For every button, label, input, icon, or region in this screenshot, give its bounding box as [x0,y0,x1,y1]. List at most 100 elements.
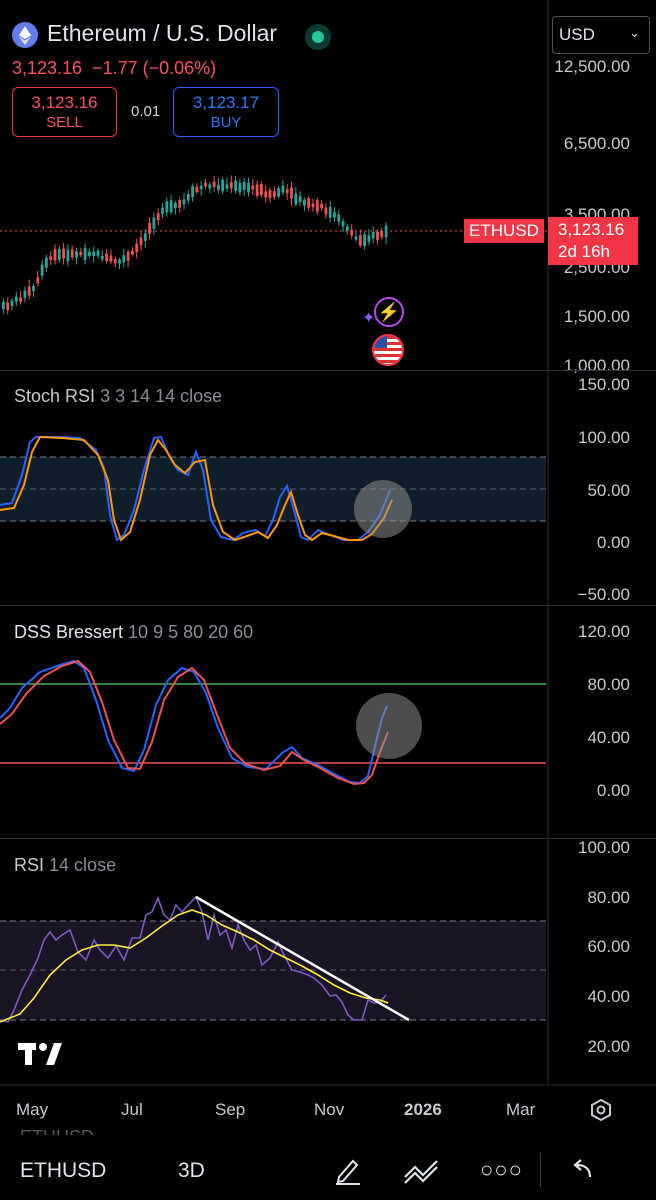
candle-body [182,199,186,205]
candle-body [208,184,212,189]
candle-body [100,256,104,260]
toolbar-divider [540,1153,541,1187]
candle-body [290,187,293,199]
candle-body [238,182,242,193]
candle-body [221,179,225,192]
rsi-title[interactable]: RSI 14 close [14,855,116,876]
us-flag-event-icon[interactable] [372,334,404,366]
symbol-tag-text: ETHUSD [469,221,539,240]
candle-body [62,248,65,259]
candle-body [32,286,35,292]
rsi-axis-label: 80.00 [587,888,630,907]
candle-body [247,182,250,193]
symbol-price-tag: ETHUSD [464,219,544,243]
candle-body [6,302,10,311]
time-axis-label: Jul [121,1100,143,1119]
dss-axis-label: 80.00 [587,675,630,694]
candle-body [242,181,246,190]
dss-highlight-circle [356,693,422,759]
stoch-axis-label: 100.00 [578,428,630,447]
candle-body [2,301,5,310]
candle-body [298,196,302,203]
bottom-toolbar: ETHUSD 3D ○○○ [0,1135,656,1200]
dss-axis-label: 40.00 [587,728,630,747]
candle-body [105,253,108,261]
candle-body [165,201,169,213]
pane-divider[interactable] [0,370,656,371]
undo-icon[interactable] [570,1157,594,1186]
candle-body [139,237,143,246]
candle-body [53,248,57,261]
candle-body [45,257,48,268]
indicators-icon[interactable] [403,1157,439,1190]
dss-blue-line [0,659,388,785]
chart-canvas[interactable] [0,0,656,1200]
candle-body [131,250,134,255]
candle-body [14,296,18,302]
candle-body [57,249,61,260]
candle-body [303,200,306,206]
candle-body [109,255,113,262]
candle-body [10,300,14,307]
more-options-icon[interactable]: ○○○ [480,1157,523,1183]
candle-body [113,258,117,264]
stoch-rsi-title[interactable]: Stoch RSI 3 3 14 14 close [14,386,222,407]
candle-body [281,185,285,193]
time-axis-label: 2026 [404,1100,442,1119]
toolbar-interval[interactable]: 3D [178,1159,205,1183]
dss-params: 10 9 5 80 20 60 [128,622,254,642]
candle-body [307,198,311,208]
candle-body [268,190,272,199]
last-price: 3,123.16 [558,220,625,239]
candle-body [346,226,349,231]
tradingview-logo-icon[interactable] [18,1043,66,1074]
candle-body [152,217,156,229]
candle-body [311,203,315,208]
candle-body [212,181,216,188]
candle-body [191,186,194,198]
candle-body [122,255,126,263]
candle-body [40,264,44,276]
candle-body [225,184,229,189]
candle-body [148,222,151,234]
candle-body [272,191,276,197]
candle-body [135,243,139,253]
pane-divider[interactable] [0,838,656,839]
stoch-rsi-params: 3 3 14 14 close [100,386,223,406]
toolbar-symbol[interactable]: ETHUSD [20,1159,106,1183]
candle-body [367,235,371,242]
drawing-pencil-icon[interactable] [333,1155,363,1190]
candle-body [277,188,280,197]
candle-body [199,185,203,190]
candle-body [70,249,74,258]
candle-body [260,184,263,196]
candle-body [384,225,388,238]
sparkle-icon: ✦ [362,310,376,327]
candle-body [285,189,289,194]
candle-body [229,182,233,189]
candle-body [376,231,379,241]
dss-axis-label: 0.00 [596,781,630,800]
candlestick-series [2,175,388,315]
rsi-axis-label: 40.00 [587,987,630,1006]
candle-body [337,214,341,222]
candle-body [66,249,70,262]
candle-body [156,213,160,221]
dss-title[interactable]: DSS Bressert 10 9 5 80 20 60 [14,622,253,643]
candle-body [328,206,332,218]
candle-body [255,184,259,196]
stoch-rsi-name: Stoch RSI [14,386,96,406]
candle-body [234,180,237,191]
candle-body [380,230,384,238]
dss-red-line [0,659,389,786]
chart-settings-icon[interactable] [590,1098,612,1127]
candle-body [92,251,96,256]
pane-divider[interactable] [0,605,656,606]
time-axis-label: Nov [314,1100,345,1119]
candle-body [161,207,164,215]
candle-body [126,251,130,261]
lightning-event-icon[interactable]: ⚡ [374,297,404,327]
candle-body [217,184,220,190]
rsi-axis-label: 60.00 [587,937,630,956]
candle-body [195,186,199,193]
